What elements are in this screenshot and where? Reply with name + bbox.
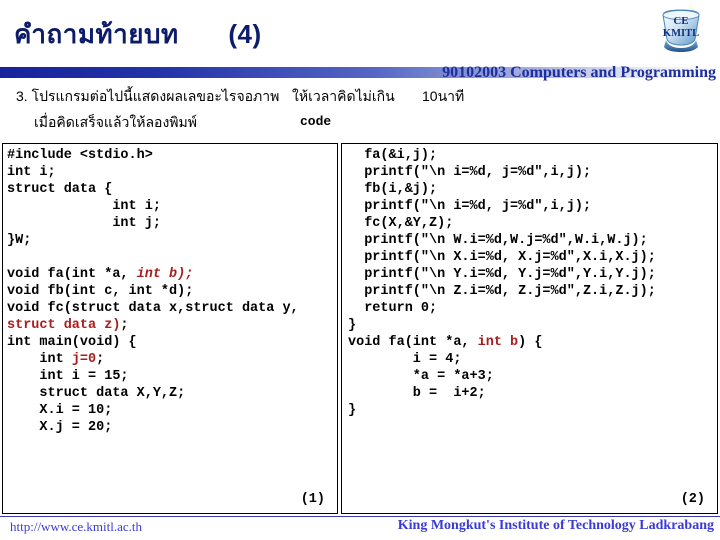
code-segment: void fa(int *a, xyxy=(348,335,478,350)
ce-kmitl-logo: CE KMITL xyxy=(654,2,710,54)
panel-index-right: (2) xyxy=(680,492,705,507)
panel-index-left: (1) xyxy=(300,492,325,507)
code-segment: int b); xyxy=(136,267,194,282)
code-segment: j=0 xyxy=(71,352,97,367)
code-segment: ; xyxy=(96,352,105,367)
prompt-line-2: เมื่อคิดเสร็จแล้วให้ลองพิมพ์ code xyxy=(16,112,716,138)
code-segment: printf("\n X.i=%d, X.j=%d",X.i,X.j); xyxy=(348,250,656,265)
code-segment: fb(i,&j); xyxy=(348,182,438,197)
code-segment: struct data { xyxy=(7,182,113,197)
logo-text-ce: CE xyxy=(673,15,688,27)
code-segment: X.j = 20; xyxy=(7,420,113,435)
prompt-question-text: 3. โปรแกรมต่อไปนี้แสดงผลเลขอะไรจอภาพ xyxy=(16,88,280,104)
code-segment: void fc(struct data x,struct data y, xyxy=(7,301,299,316)
footer-url[interactable]: http://www.ce.kmitl.ac.th xyxy=(10,519,142,535)
code-block-right: fa(&i,j); printf("\n i=%d, j=%d",i,j); f… xyxy=(348,147,656,419)
code-segment: *a = *a+3; xyxy=(348,369,494,384)
logo-text-kmitl: KMITL xyxy=(663,28,699,39)
prompt-time-label: ให้เวลาคิดไม่เกิน xyxy=(292,88,395,104)
code-segment: int main(void) { xyxy=(7,335,137,350)
code-panel-right: fa(&i,j); printf("\n i=%d, j=%d",i,j); f… xyxy=(341,143,718,514)
code-panel-left: #include <stdio.h> int i; struct data { … xyxy=(2,143,338,514)
code-segment: } xyxy=(348,403,357,418)
page-title-text: คำถามท้ายบท xyxy=(14,19,179,49)
prompt-code-word: code xyxy=(300,114,332,129)
code-segment: }W; xyxy=(7,233,32,248)
prompt-line-1: 3. โปรแกรมต่อไปนี้แสดงผลเลขอะไรจอภาพ ให้… xyxy=(16,86,716,112)
code-segment: ; xyxy=(120,318,129,333)
page-title: คำถามท้ายบท (4) xyxy=(14,14,262,55)
code-segment: int b xyxy=(477,335,519,350)
code-segment: printf("\n Z.i=%d, Z.j=%d",Z.i,Z.j); xyxy=(348,284,656,299)
code-segment: int i = 15; xyxy=(7,369,129,384)
code-segment: fc(X,&Y,Z); xyxy=(348,216,454,231)
code-segment: struct data z) xyxy=(7,318,121,333)
code-segment: } xyxy=(348,318,357,333)
code-segment: printf("\n Y.i=%d, Y.j=%d",Y.i,Y.j); xyxy=(348,267,656,282)
code-segment: #include <stdio.h> xyxy=(7,148,153,163)
code-segment: void fa(int *a, xyxy=(7,267,137,282)
code-segment: void fb(int c, int *d); xyxy=(7,284,194,299)
code-segment: ) { xyxy=(518,335,543,350)
question-prompt: 3. โปรแกรมต่อไปนี้แสดงผลเลขอะไรจอภาพ ให้… xyxy=(16,86,716,138)
footer-institution: King Mongkut's Institute of Technology L… xyxy=(397,518,714,533)
page-title-number: (4) xyxy=(228,19,262,49)
code-block-left: #include <stdio.h> int i; struct data { … xyxy=(7,147,299,436)
code-segment: int xyxy=(7,352,72,367)
code-segment: printf("\n i=%d, j=%d",i,j); xyxy=(348,165,592,180)
prompt-followup-text: เมื่อคิดเสร็จแล้วให้ลองพิมพ์ xyxy=(34,114,197,130)
code-segment: struct data X,Y,Z; xyxy=(7,386,186,401)
code-segment: X.i = 10; xyxy=(7,403,113,418)
code-segment: fa(&i,j); xyxy=(348,148,438,163)
footer-divider xyxy=(0,516,720,517)
code-segment: b = i+2; xyxy=(348,386,486,401)
course-header: 90102003 Computers and Programming xyxy=(442,64,716,81)
code-segment: return 0; xyxy=(348,301,438,316)
code-segment: int i; xyxy=(7,165,56,180)
code-segment: int j; xyxy=(7,216,161,231)
prompt-time-value: 10นาที xyxy=(422,88,465,104)
code-segment: printf("\n W.i=%d,W.j=%d",W.i,W.j); xyxy=(348,233,648,248)
code-segment: i = 4; xyxy=(348,352,462,367)
code-segment: int i; xyxy=(7,199,161,214)
code-segment: printf("\n i=%d, j=%d",i,j); xyxy=(348,199,592,214)
